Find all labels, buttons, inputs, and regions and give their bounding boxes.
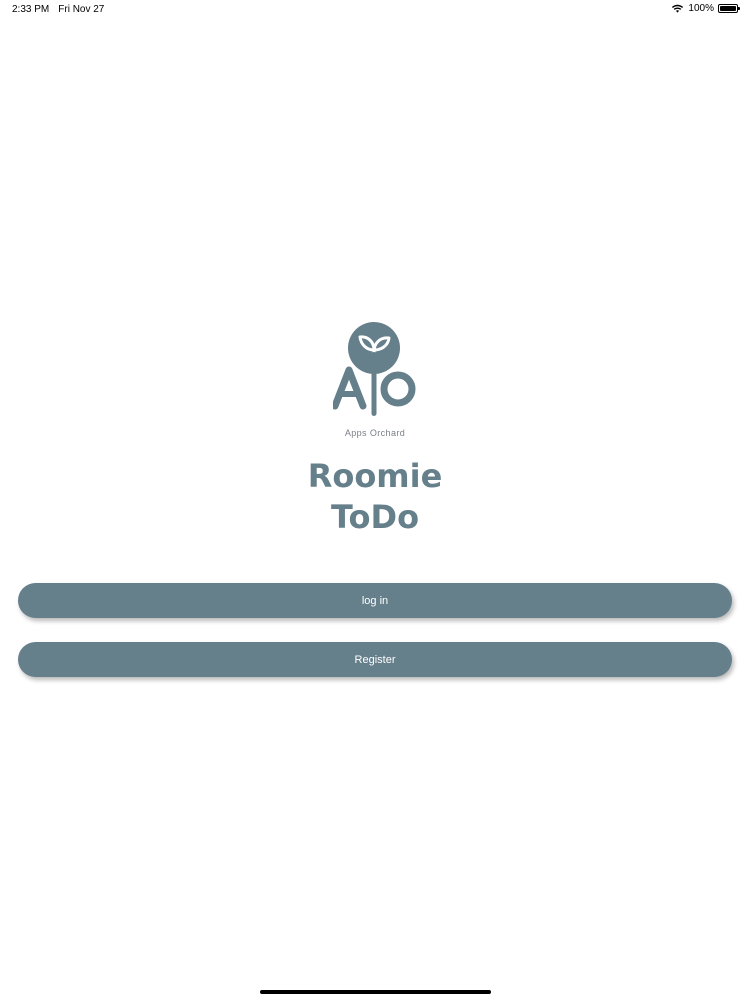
status-date: Fri Nov 27 <box>58 4 105 15</box>
app-title-line1: Roomie <box>307 457 443 495</box>
battery-icon <box>718 4 740 13</box>
apps-orchard-logo-icon <box>333 322 416 416</box>
status-left: 2:33 PM Fri Nov 27 <box>12 4 104 15</box>
app-title: Roomie ToDo <box>0 456 750 538</box>
wifi-icon <box>672 4 684 13</box>
status-time: 2:33 PM <box>12 4 50 15</box>
home-indicator[interactable] <box>260 990 491 994</box>
battery-percent: 100% <box>688 3 714 14</box>
company-name: Apps Orchard <box>344 428 406 438</box>
status-bar: 2:33 PM Fri Nov 27 100% <box>0 0 750 20</box>
register-button[interactable]: Register <box>18 642 732 677</box>
status-right: 100% <box>671 3 740 14</box>
login-button[interactable]: log in <box>18 583 732 618</box>
app-title-line2: ToDo <box>330 498 420 536</box>
battery-fill <box>720 6 736 11</box>
